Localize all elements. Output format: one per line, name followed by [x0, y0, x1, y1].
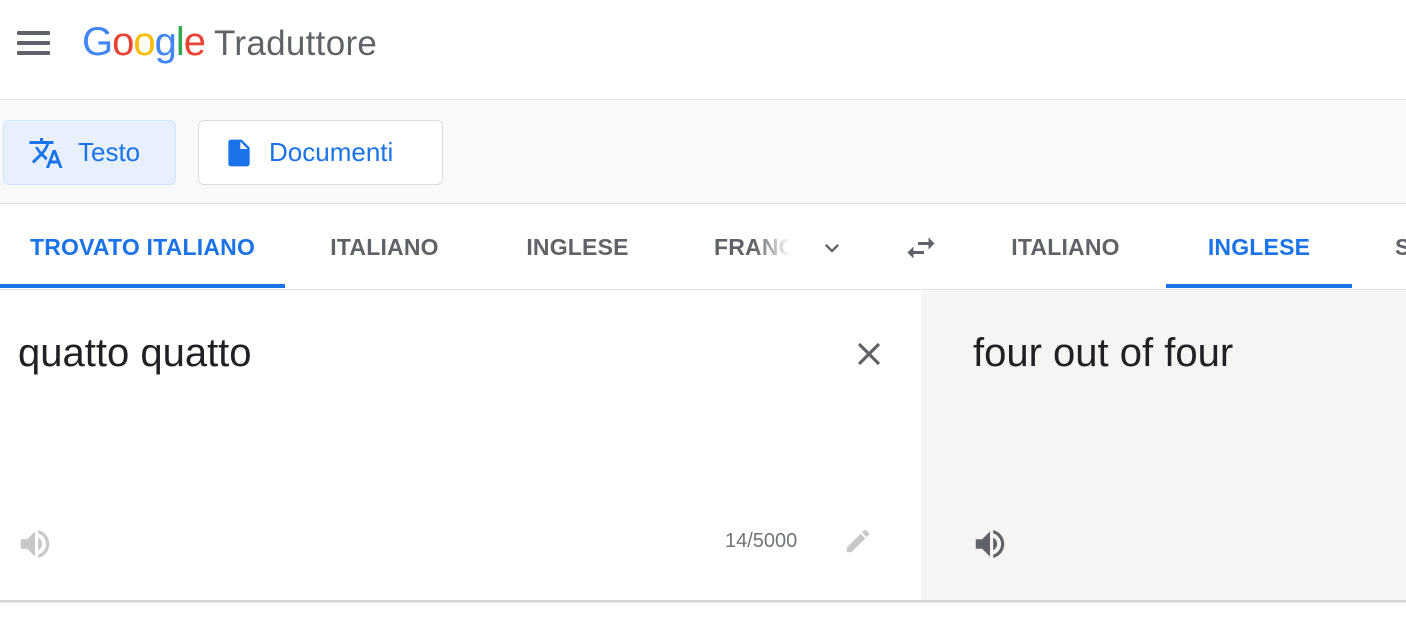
- listen-source-button[interactable]: [12, 521, 58, 567]
- pencil-icon: [846, 529, 870, 553]
- translation-output: four out of four: [973, 331, 1234, 375]
- mode-bar: Testo Documenti: [0, 101, 1406, 204]
- text-mode-button[interactable]: Testo: [3, 120, 176, 185]
- text-mode-label: Testo: [78, 137, 141, 167]
- chevron-down-icon: [825, 244, 839, 253]
- tab-source-inglese[interactable]: INGLESE: [500, 205, 655, 289]
- tab-source-italiano[interactable]: ITALIANO: [307, 205, 462, 289]
- clear-source-button[interactable]: [846, 331, 892, 377]
- tab-detected-language[interactable]: TROVATO ITALIANO: [0, 205, 285, 289]
- source-text-input[interactable]: quatto quatto: [18, 331, 252, 376]
- listen-translation-button[interactable]: [967, 521, 1013, 567]
- close-icon: [857, 342, 881, 366]
- documents-mode-button[interactable]: Documenti: [198, 120, 443, 185]
- main-menu-button[interactable]: [10, 24, 56, 62]
- speaker-icon: [975, 530, 1005, 558]
- document-icon: [228, 139, 250, 166]
- speaker-icon: [20, 530, 50, 558]
- translate-icon: [29, 137, 63, 168]
- target-panel: four out of four: [921, 291, 1406, 600]
- swap-arrows-icon: [907, 237, 935, 259]
- app-header: Google Traduttore: [0, 0, 1406, 100]
- tab-source-francese[interactable]: FRANCESE: [714, 205, 790, 289]
- app-name: Traduttore: [214, 24, 378, 63]
- character-count: 14/5000: [725, 530, 798, 552]
- tab-target-inglese[interactable]: INGLESE: [1166, 205, 1352, 289]
- app-logo[interactable]: Google Traduttore: [82, 20, 377, 70]
- language-bar: TROVATO ITALIANO ITALIANO INGLESE FRANCE…: [0, 205, 1406, 290]
- hamburger-menu-icon: [16, 31, 50, 35]
- more-source-languages-button[interactable]: [808, 227, 856, 269]
- google-logo: Google: [82, 20, 206, 64]
- swap-languages-button[interactable]: [896, 225, 946, 271]
- documents-mode-label: Documenti: [269, 137, 394, 167]
- tab-target-spagnolo[interactable]: SPAGNOLO: [1395, 205, 1406, 289]
- source-panel: quatto quatto 14/5000: [0, 291, 921, 600]
- edit-source-button[interactable]: [838, 521, 878, 561]
- panel-bottom-divider: [0, 600, 1406, 602]
- tab-target-italiano[interactable]: ITALIANO: [988, 205, 1143, 289]
